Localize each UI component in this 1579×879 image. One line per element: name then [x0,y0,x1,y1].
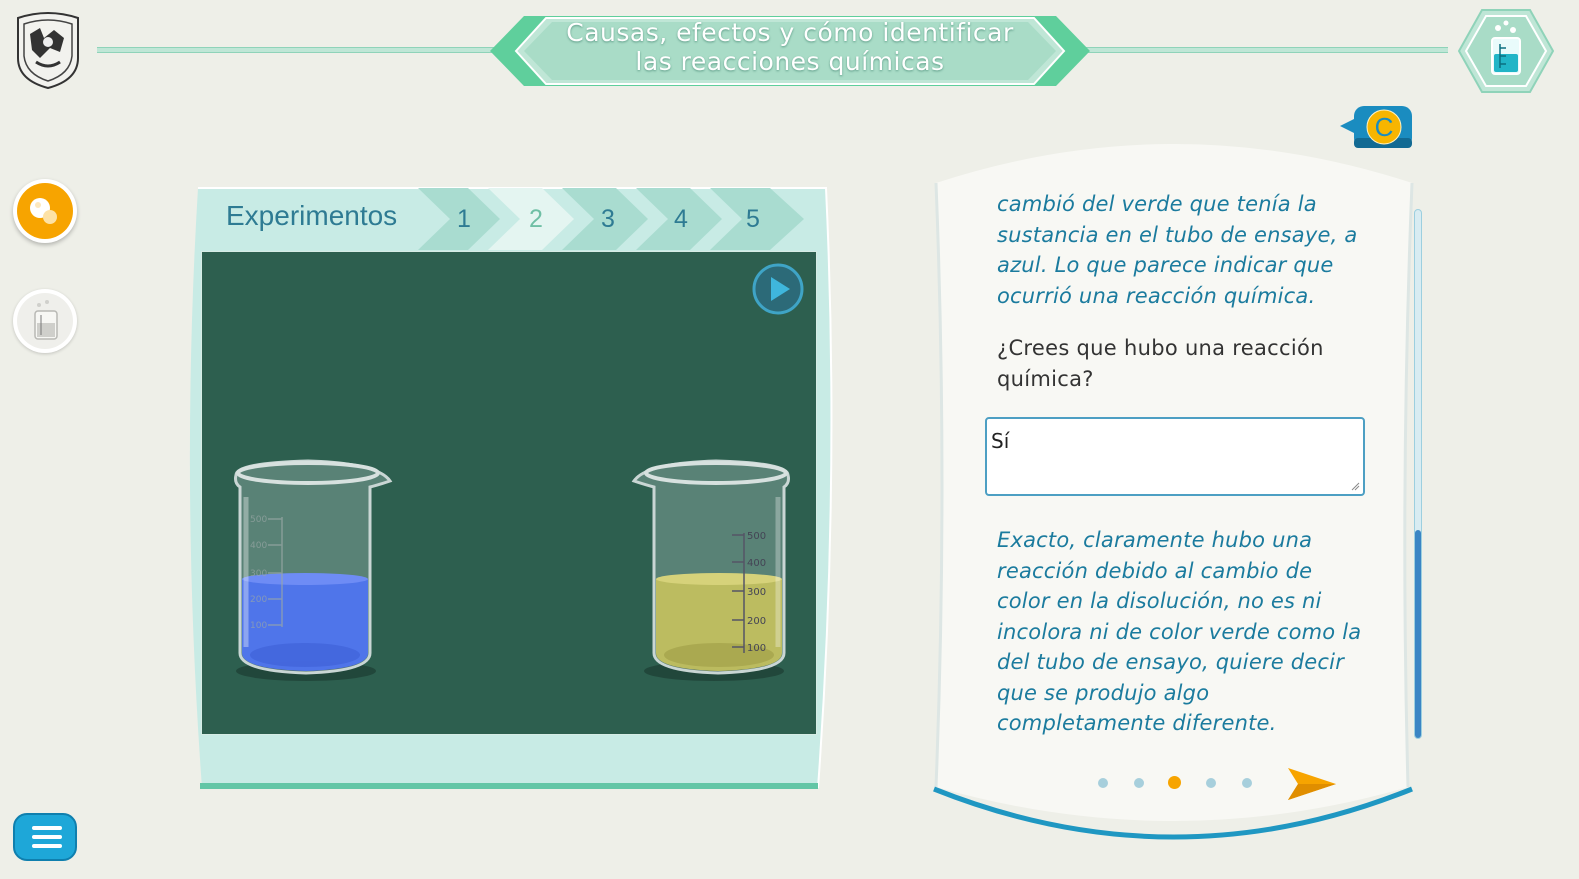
yellow-scale-300: 300 [747,587,766,598]
blue-scale-400: 400 [250,541,267,551]
unam-logo-icon [17,12,79,90]
step-tab-3[interactable]: 3 [601,205,615,234]
beaker-tool-button[interactable] [13,289,77,353]
blue-scale-300: 300 [250,569,267,579]
card-question: ¿Crees que hubo una reacción química? [997,336,1324,391]
page-title: Causas, efectos y cómo identificar las r… [490,18,1090,76]
blue-scale-200: 200 [250,595,267,605]
bubbles-icon [30,198,57,224]
step-tab-2[interactable]: 2 [529,205,543,234]
page-title-line2: las reacciones químicas [635,47,945,76]
page-dot-3[interactable] [1168,776,1181,789]
page-dot-1[interactable] [1098,778,1108,788]
yellow-scale-200: 200 [747,616,766,627]
yellow-scale-100: 100 [747,643,766,654]
header-rule-left [97,47,497,53]
play-button[interactable] [752,263,804,315]
yellow-scale-400: 400 [747,558,766,569]
step-tab-4[interactable]: 4 [674,205,688,234]
resize-grip-icon[interactable] [1351,482,1360,491]
header-rule-right [1082,47,1448,53]
beaker-yellow: 500 400 300 200 100 [631,459,790,681]
next-arrow-button[interactable] [1286,766,1338,802]
blue-scale-100: 100 [250,621,267,631]
c-badge-letter: C [1375,112,1394,142]
small-beaker-icon [34,300,58,340]
step-tab-5[interactable]: 5 [746,205,760,234]
page-title-line1: Causas, efectos y cómo identificar [566,18,1014,47]
card-scrollbar-thumb[interactable] [1415,530,1421,738]
experiments-label: Experimentos [226,200,398,231]
page-dot-4[interactable] [1206,778,1216,788]
c-badge-button[interactable]: C [1338,104,1414,152]
step-tab-1[interactable]: 1 [457,205,471,234]
page-dot-5[interactable] [1242,778,1252,788]
answer-value: Sí [991,429,1010,453]
card-feedback-text: Exacto, claramente hubo una reacción deb… [997,528,1362,735]
answer-textarea[interactable]: Sí [985,417,1365,496]
lab-beaker-hex-button[interactable] [1458,8,1554,94]
yellow-scale-500: 500 [747,531,766,542]
blue-scale-500: 500 [250,515,267,525]
page-dot-2[interactable] [1134,778,1144,788]
beaker-blue: 500 400 300 200 100 [234,459,393,681]
main-menu-button[interactable] [13,813,77,861]
card-intro-text: cambió del verde que tenía la sustancia … [997,192,1358,308]
bubbles-tool-button[interactable] [13,179,77,243]
next-arrow-icon [1288,768,1336,800]
